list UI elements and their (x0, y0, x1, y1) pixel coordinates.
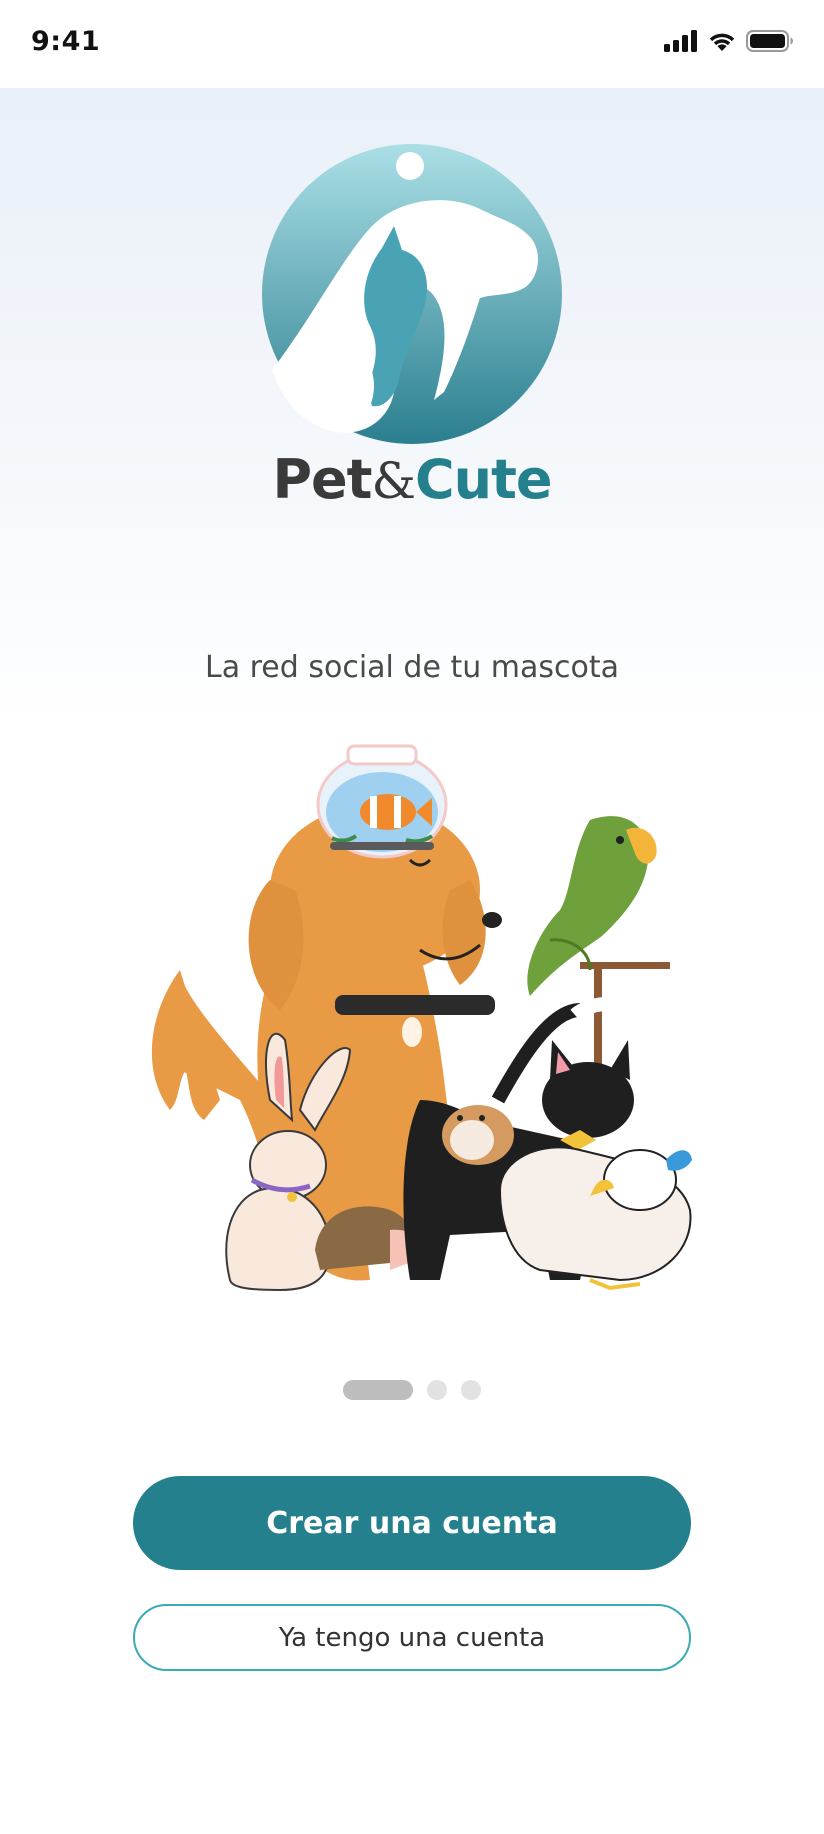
tagline: La red social de tu mascota (205, 650, 619, 685)
pager-dot-2[interactable] (427, 1380, 447, 1400)
parrot (527, 816, 657, 996)
battery-icon (746, 30, 793, 52)
brand-part-pet: Pet (272, 448, 372, 511)
brand-part-ampersand: & (371, 452, 416, 510)
pager-dot-3[interactable] (461, 1380, 481, 1400)
duck (498, 1146, 692, 1291)
pager-dot-1[interactable] (343, 1380, 413, 1400)
fishbowl (316, 744, 448, 859)
hamster (442, 1105, 514, 1165)
pets-illustration (120, 740, 710, 1350)
brand-wordmark: Pet&Cute (0, 448, 824, 511)
status-icons (664, 30, 794, 52)
clownfish (360, 794, 416, 830)
wifi-icon (709, 33, 735, 51)
dog-collar (335, 995, 495, 1015)
onboarding-pager[interactable] (0, 1380, 824, 1400)
status-bar: 9:41 (0, 0, 824, 88)
brand-part-cute: Cute (415, 448, 553, 511)
app-logo (252, 138, 572, 450)
cellular-signal-icon (664, 30, 697, 52)
create-account-button[interactable]: Crear una cuenta (133, 1476, 691, 1570)
status-time: 9:41 (31, 26, 101, 57)
login-button[interactable]: Ya tengo una cuenta (133, 1604, 691, 1671)
